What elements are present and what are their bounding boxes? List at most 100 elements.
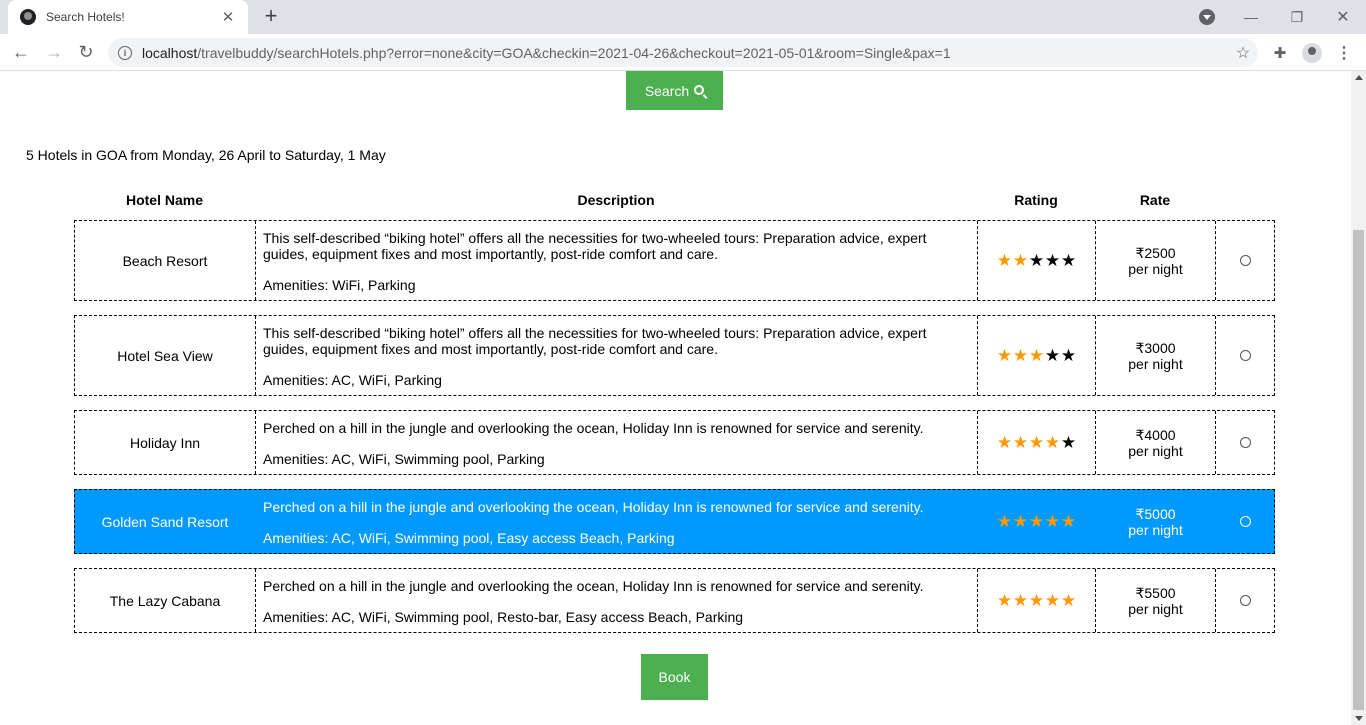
scroll-thumb[interactable] xyxy=(1353,230,1364,710)
hotel-rating: ★ ★ ★ ★ ★ xyxy=(978,411,1096,474)
hotel-row[interactable]: Holiday Inn Perched on a hill in the jung… xyxy=(74,410,1275,475)
hotel-description: This self-described “biking hotel” offer… xyxy=(256,221,978,300)
hotel-row[interactable]: The Lazy Cabana Perched on a hill in the … xyxy=(74,568,1275,633)
description-text: Perched on a hill in the jungle and over… xyxy=(263,420,924,436)
hotel-rate: ₹2500 per night xyxy=(1096,221,1216,300)
hotel-row[interactable]: Golden Sand Resort Perched on a hill in t… xyxy=(74,489,1275,554)
scroll-down-icon[interactable] xyxy=(1355,716,1363,721)
star-icon: ★ xyxy=(1028,512,1045,531)
star-icon: ★ xyxy=(1044,512,1061,531)
star-rating: ★ ★ ★ ★ ★ xyxy=(997,347,1077,364)
scroll-up-icon[interactable] xyxy=(1355,75,1363,80)
hotel-rate: ₹5500 per night xyxy=(1096,569,1216,632)
address-bar[interactable]: i localhost/travelbuddy/searchHotels.php… xyxy=(108,38,1258,67)
back-icon[interactable]: ← xyxy=(9,40,33,64)
per-night-text: per night xyxy=(1128,355,1183,372)
select-radio[interactable] xyxy=(1239,595,1251,606)
select-cell xyxy=(1216,569,1274,632)
select-cell xyxy=(1216,490,1274,553)
star-icon: ★ xyxy=(1060,433,1077,452)
extensions-icon[interactable]: ✚ xyxy=(1270,43,1290,63)
amenities-text: Amenities: AC, WiFi, Swimming pool, Easy… xyxy=(263,530,675,546)
per-night-text: per night xyxy=(1128,260,1183,277)
hotel-description: Perched on a hill in the jungle and over… xyxy=(256,569,978,632)
star-icon: ★ xyxy=(996,512,1013,531)
select-cell xyxy=(1216,411,1274,474)
hotel-rating: ★ ★ ★ ★ ★ xyxy=(978,221,1096,300)
star-icon: ★ xyxy=(996,591,1013,610)
per-night-text: per night xyxy=(1128,442,1183,459)
search-button[interactable]: Search xyxy=(626,71,723,110)
minimize-icon[interactable]: — xyxy=(1228,0,1274,34)
select-cell xyxy=(1216,221,1274,300)
hotel-rate: ₹3000 per night xyxy=(1096,316,1216,395)
hotel-name: Beach Resort xyxy=(75,221,256,300)
star-icon: ★ xyxy=(1012,433,1029,452)
hotel-description: This self-described “biking hotel” offer… xyxy=(256,316,978,395)
description-text: This self-described “biking hotel” offer… xyxy=(263,325,927,357)
select-cell xyxy=(1216,316,1274,395)
select-radio[interactable] xyxy=(1239,437,1251,448)
forward-icon[interactable]: → xyxy=(42,40,66,64)
per-night-text: per night xyxy=(1128,521,1183,538)
star-icon: ★ xyxy=(1012,512,1029,531)
hotel-rate: ₹4000 per night xyxy=(1096,411,1216,474)
select-radio[interactable] xyxy=(1239,516,1251,527)
hotel-rate: ₹5000 per night xyxy=(1096,490,1216,553)
star-icon: ★ xyxy=(996,433,1013,452)
star-icon: ★ xyxy=(1028,591,1045,610)
tab-search-icon[interactable] xyxy=(1199,9,1215,25)
hotel-row[interactable]: Hotel Sea View This self-described “bikin… xyxy=(74,315,1275,396)
star-icon: ★ xyxy=(1028,346,1045,365)
search-icon xyxy=(694,84,705,95)
star-icon: ★ xyxy=(1044,591,1061,610)
amenities-text: Amenities: AC, WiFi, Swimming pool, Rest… xyxy=(263,609,744,625)
restore-icon[interactable]: ❐ xyxy=(1274,0,1320,34)
results-summary: 5 Hotels in GOA from Monday, 26 April to… xyxy=(26,147,386,163)
page-content: Search 5 Hotels in GOA from Monday, 26 A… xyxy=(0,71,1366,725)
close-tab-icon[interactable]: ✕ xyxy=(220,8,236,26)
star-icon: ★ xyxy=(1044,433,1061,452)
star-icon: ★ xyxy=(1028,251,1045,270)
per-night-text: per night xyxy=(1128,600,1183,617)
url-text[interactable]: localhost/travelbuddy/searchHotels.php?e… xyxy=(142,45,1228,61)
info-icon[interactable]: i xyxy=(118,45,132,60)
price-text: ₹4000 xyxy=(1135,426,1176,443)
column-rate: Rate xyxy=(1139,192,1171,208)
hotel-rating: ★ ★ ★ ★ ★ xyxy=(978,569,1096,632)
browser-tab[interactable]: Search Hotels! ✕ xyxy=(8,0,248,34)
hotel-row[interactable]: Beach Resort This self-described “biking … xyxy=(74,220,1275,301)
star-icon: ★ xyxy=(1060,591,1077,610)
book-button[interactable]: Book xyxy=(641,654,708,700)
select-radio[interactable] xyxy=(1239,350,1251,361)
column-hotel-name: Hotel Name xyxy=(125,192,204,208)
column-description: Description xyxy=(577,192,655,208)
star-icon: ★ xyxy=(1012,591,1029,610)
close-window-icon[interactable]: ✕ xyxy=(1320,0,1366,34)
browser-toolbar: ← → ↻ i localhost/travelbuddy/searchHote… xyxy=(0,34,1366,71)
price-text: ₹3000 xyxy=(1135,339,1176,356)
star-icon: ★ xyxy=(996,346,1013,365)
star-icon: ★ xyxy=(1060,251,1077,270)
star-icon: ★ xyxy=(1028,433,1045,452)
reload-icon[interactable]: ↻ xyxy=(74,40,98,64)
star-icon: ★ xyxy=(1012,346,1029,365)
select-radio[interactable] xyxy=(1239,255,1251,266)
price-text: ₹2500 xyxy=(1135,244,1176,261)
star-rating: ★ ★ ★ ★ ★ xyxy=(997,592,1077,609)
menu-kebab-icon[interactable]: ⋮ xyxy=(1334,43,1354,63)
browser-tab-bar: Search Hotels! ✕ + — ❐ ✕ xyxy=(0,0,1366,34)
new-tab-icon[interactable]: + xyxy=(260,5,282,27)
price-text: ₹5000 xyxy=(1135,505,1176,522)
bookmark-star-icon[interactable]: ☆ xyxy=(1228,43,1258,63)
table-header: Hotel Name Description Rating Rate xyxy=(74,192,1275,208)
hotel-name: Hotel Sea View xyxy=(75,316,256,395)
star-icon: ★ xyxy=(1060,512,1077,531)
description-text: Perched on a hill in the jungle and over… xyxy=(263,499,924,515)
amenities-text: Amenities: WiFi, Parking xyxy=(263,277,416,293)
tab-title: Search Hotels! xyxy=(46,10,125,24)
profile-avatar-icon[interactable] xyxy=(1302,43,1322,63)
hotel-description: Perched on a hill in the jungle and over… xyxy=(256,490,978,553)
scrollbar[interactable] xyxy=(1351,71,1366,725)
globe-icon xyxy=(20,9,36,25)
